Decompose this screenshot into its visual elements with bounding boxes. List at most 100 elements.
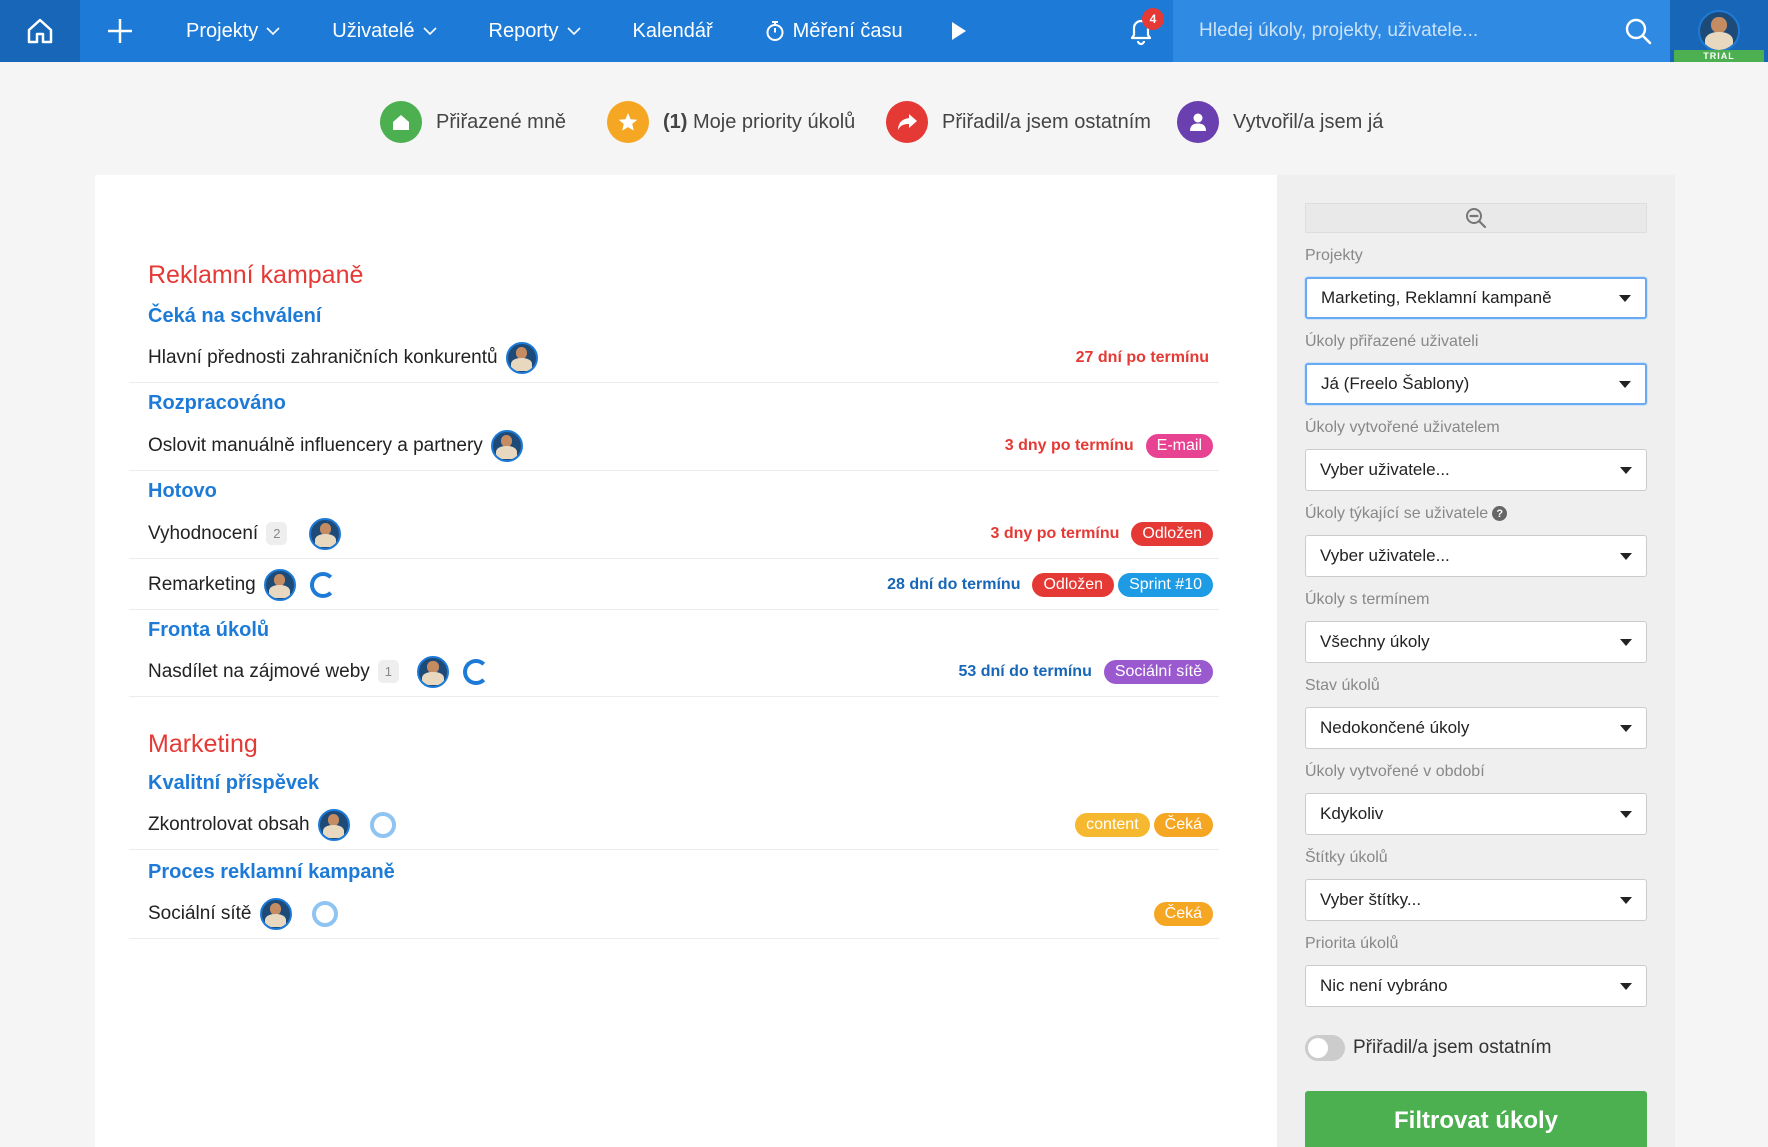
task-name[interactable]: Hlavní přednosti zahraničních konkurentů <box>148 347 498 369</box>
add-button[interactable] <box>80 0 160 62</box>
quick-filter-label: Přiřadil/a jsem ostatním <box>942 110 1151 133</box>
nav-users-label: Uživatelé <box>332 19 415 42</box>
assigned-by-me-toggle-row[interactable]: Přiřadil/a jsem ostatním <box>1305 1035 1552 1061</box>
project-heading[interactable]: Marketing <box>148 730 258 759</box>
table-row[interactable]: Zkontrolovat obsah content Čeká <box>129 800 1219 850</box>
nav-reports[interactable]: Reporty <box>463 0 607 62</box>
select-value: Vyber štítky... <box>1320 890 1422 909</box>
chevron-down-icon <box>566 26 581 35</box>
caret-down-icon <box>1620 896 1632 904</box>
avatar <box>317 808 350 841</box>
progress-ring-icon <box>309 571 336 598</box>
filter-label-due: Úkoly s termínem <box>1305 591 1430 608</box>
filter-projects-select[interactable]: Marketing, Reklamní kampaně <box>1305 277 1647 319</box>
tag-label[interactable]: Odložen <box>1131 521 1213 546</box>
tasklist-heading[interactable]: Čeká na schválení <box>148 305 321 328</box>
search-button[interactable] <box>1605 0 1671 62</box>
toggle-label: Přiřadil/a jsem ostatním <box>1353 1037 1552 1058</box>
quick-filter-created-by-me[interactable]: Vytvořil/a jsem já <box>1177 98 1383 146</box>
tasklist-heading[interactable]: Proces reklamní kampaně <box>148 861 395 884</box>
start-timer-button[interactable] <box>929 0 989 62</box>
stopwatch-icon <box>766 21 784 41</box>
nav-projects-label: Projekty <box>186 19 259 42</box>
zoom-out-icon <box>1466 208 1487 229</box>
trial-badge: TRIAL <box>1674 50 1764 62</box>
notifications-button[interactable]: 4 <box>1112 0 1170 62</box>
star-icon <box>607 101 649 143</box>
progress-ring-icon <box>311 900 338 927</box>
filter-due-select[interactable]: Všechny úkoly <box>1305 621 1647 663</box>
quick-filter-priorities[interactable]: (1) Moje priority úkolů <box>607 98 855 146</box>
global-search <box>1173 0 1671 62</box>
tasklist-heading[interactable]: Hotovo <box>148 480 217 503</box>
caret-down-icon <box>1620 982 1632 990</box>
quick-filter-assigned-by-me[interactable]: Přiřadil/a jsem ostatním <box>886 98 1151 146</box>
due-date: 28 dní do termínu <box>887 575 1021 593</box>
help-icon[interactable]: ? <box>1492 506 1508 522</box>
filter-tasks-button[interactable]: Filtrovat úkoly <box>1305 1091 1647 1147</box>
nav-users[interactable]: Uživatelé <box>306 0 462 62</box>
chevron-down-icon <box>266 26 280 35</box>
task-name[interactable]: Remarketing <box>148 574 256 596</box>
filter-state-select[interactable]: Nedokončené úkoly <box>1305 707 1647 749</box>
filter-label-related-user: Úkoly týkající se uživatele? <box>1305 505 1508 523</box>
home-button[interactable] <box>0 0 80 62</box>
due-date: 27 dní po termínu <box>1075 348 1209 366</box>
filter-period-select[interactable]: Kdykoliv <box>1305 793 1647 835</box>
table-row[interactable]: Vyhodnocení 2 3 dny po termínu Odložen <box>129 509 1219 559</box>
comment-count: 2 <box>266 522 288 545</box>
caret-down-icon <box>1620 638 1632 646</box>
caret-down-icon <box>1620 724 1632 732</box>
task-name[interactable]: Nasdílet na zájmové weby <box>148 661 370 683</box>
tag-label[interactable]: Čeká <box>1153 901 1213 926</box>
table-row[interactable]: Hlavní přednosti zahraničních konkurentů… <box>129 333 1219 383</box>
tasklist-heading[interactable]: Rozpracováno <box>148 392 286 415</box>
filter-label-assigned: Úkoly přiřazené uživateli <box>1305 333 1479 350</box>
tasklist-heading[interactable]: Fronta úkolů <box>148 619 269 642</box>
table-row[interactable]: Nasdílet na zájmové weby 1 53 dní do ter… <box>129 647 1219 697</box>
tag-label[interactable]: Sprint #10 <box>1118 572 1213 597</box>
tag-label[interactable]: E-mail <box>1145 433 1213 458</box>
tag-label[interactable]: content <box>1075 812 1150 837</box>
task-name[interactable]: Sociální sítě <box>148 903 252 925</box>
tag-label[interactable]: Čeká <box>1153 812 1213 837</box>
avatar <box>490 429 523 462</box>
due-date: 3 dny po termínu <box>1004 436 1134 454</box>
nav-time-tracking[interactable]: Měření času <box>739 0 929 62</box>
task-name[interactable]: Vyhodnocení <box>148 523 258 545</box>
zoom-out-button[interactable] <box>1305 203 1647 233</box>
filter-assigned-select[interactable]: Já (Freelo Šablony) <box>1305 363 1647 405</box>
search-input[interactable] <box>1173 0 1605 62</box>
select-value: Vyber uživatele... <box>1320 546 1450 565</box>
nav-calendar[interactable]: Kalendář <box>607 0 739 62</box>
filter-related-user-select[interactable]: Vyber uživatele... <box>1305 535 1647 577</box>
table-row[interactable]: Sociální sítě Čeká <box>129 889 1219 939</box>
project-heading[interactable]: Reklamní kampaně <box>148 261 363 290</box>
tag-label[interactable]: Odložen <box>1032 572 1115 597</box>
tag-label[interactable]: Sociální sítě <box>1103 659 1213 684</box>
due-date: 3 dny po termínu <box>990 524 1120 542</box>
notification-count-badge: 4 <box>1142 8 1164 30</box>
tasklist-heading[interactable]: Kvalitní příspěvek <box>148 772 319 795</box>
filter-label-projects: Projekty <box>1305 247 1363 264</box>
assigned-by-me-toggle[interactable] <box>1305 1035 1345 1061</box>
filter-created-by-select[interactable]: Vyber uživatele... <box>1305 449 1647 491</box>
avatar <box>1698 10 1740 52</box>
nav-reports-label: Reporty <box>488 19 559 42</box>
filter-label-priority: Priorita úkolů <box>1305 935 1399 952</box>
nav-calendar-label: Kalendář <box>632 19 713 42</box>
filter-tags-select[interactable]: Vyber štítky... <box>1305 879 1647 921</box>
progress-ring-icon <box>463 658 490 685</box>
filter-priority-select[interactable]: Nic není vybráno <box>1305 965 1647 1007</box>
quick-filter-label: Přiřazené mně <box>436 110 567 133</box>
avatar <box>263 568 296 601</box>
task-name[interactable]: Zkontrolovat obsah <box>148 814 310 836</box>
caret-down-icon <box>1619 294 1631 302</box>
select-value: Marketing, Reklamní kampaně <box>1321 288 1552 307</box>
table-row[interactable]: Oslovit manuálně influencery a partnery … <box>129 421 1219 471</box>
filter-label-created-by: Úkoly vytvořené uživatelem <box>1305 419 1500 436</box>
table-row[interactable]: Remarketing 28 dní do termínu Odložen Sp… <box>129 560 1219 610</box>
quick-filter-assigned-to-me[interactable]: Přiřazené mně <box>380 98 566 146</box>
task-name[interactable]: Oslovit manuálně influencery a partnery <box>148 435 483 457</box>
nav-projects[interactable]: Projekty <box>160 0 306 62</box>
